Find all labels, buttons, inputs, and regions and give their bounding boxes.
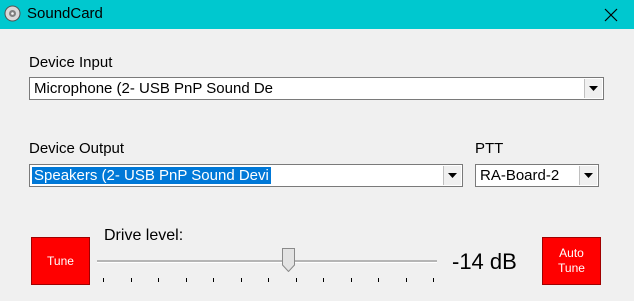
device-output-label: Device Output <box>29 140 125 157</box>
drive-level-track <box>97 260 437 263</box>
device-input-dropdown-button[interactable] <box>584 79 602 98</box>
drive-level-tick <box>378 278 379 282</box>
drive-level-tick <box>351 278 352 282</box>
drive-level-tick <box>323 278 324 282</box>
device-output-dropdown-button[interactable] <box>443 166 461 185</box>
drive-level-tick <box>103 278 104 282</box>
drive-level-label: Drive level: <box>104 227 184 244</box>
device-output-value: Speakers (2- USB PnP Sound Devi <box>32 167 271 184</box>
auto-tune-label-line2: Tune <box>558 261 585 275</box>
drive-level-tick <box>296 278 297 282</box>
device-output-select[interactable]: Speakers (2- USB PnP Sound Devi <box>29 164 463 187</box>
drive-level-tick <box>268 278 269 282</box>
ptt-value: RA-Board-2 <box>480 167 560 184</box>
device-input-select[interactable]: Microphone (2- USB PnP Sound De <box>29 77 604 100</box>
soundcard-icon <box>4 5 21 22</box>
drive-level-tick <box>131 278 132 282</box>
chevron-down-icon <box>448 173 457 178</box>
title-bar: SoundCard <box>0 0 634 29</box>
drive-level-tick <box>158 278 159 282</box>
drive-level-value: -14 dB <box>452 249 517 274</box>
auto-tune-button[interactable]: Auto Tune <box>542 237 601 285</box>
device-input-label: Device Input <box>29 54 113 71</box>
ptt-label: PTT <box>475 140 504 157</box>
drive-level-tick <box>406 278 407 282</box>
drive-level-slider-thumb[interactable] <box>282 248 295 272</box>
ptt-select[interactable]: RA-Board-2 <box>475 164 599 187</box>
drive-level-tick <box>186 278 187 282</box>
window-title: SoundCard <box>27 5 103 22</box>
ptt-dropdown-button[interactable] <box>579 166 597 185</box>
auto-tune-label-line1: Auto <box>559 246 584 260</box>
close-icon <box>604 8 618 21</box>
chevron-down-icon <box>584 173 593 178</box>
drive-level-tick <box>433 278 434 282</box>
chevron-down-icon <box>589 86 598 91</box>
drive-level-tick <box>213 278 214 282</box>
device-input-value: Microphone (2- USB PnP Sound De <box>34 80 274 97</box>
drive-level-tick <box>241 278 242 282</box>
tune-button[interactable]: Tune <box>31 237 90 285</box>
close-button[interactable] <box>588 0 634 29</box>
